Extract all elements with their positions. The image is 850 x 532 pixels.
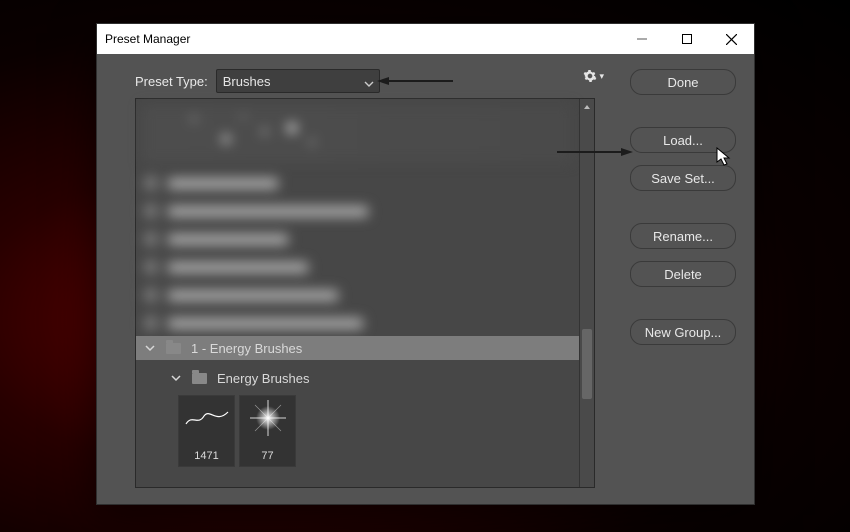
scrollbar-thumb[interactable] bbox=[582, 329, 592, 399]
blurred-content bbox=[136, 99, 580, 329]
chevron-down-icon bbox=[144, 342, 156, 354]
folder-icon bbox=[192, 373, 207, 384]
annotation-arrow-preset-type bbox=[377, 76, 455, 86]
chevron-down-icon bbox=[170, 372, 182, 384]
delete-button[interactable]: Delete bbox=[630, 261, 736, 287]
brush-preview-77 bbox=[245, 400, 291, 436]
chevron-down-icon bbox=[364, 76, 374, 91]
group-label: 1 - Energy Brushes bbox=[191, 341, 302, 356]
brush-preview-1471 bbox=[184, 400, 230, 436]
preset-manager-dialog: Preset Manager Preset Type: Brushes bbox=[96, 23, 755, 505]
annotation-arrow-load bbox=[557, 147, 633, 157]
subgroup-row-energy-brushes[interactable]: Energy Brushes bbox=[136, 366, 610, 390]
caret-up-icon bbox=[583, 104, 591, 110]
button-column: Done Load... Save Set... Rename... Delet… bbox=[630, 69, 736, 357]
preset-type-row: Preset Type: Brushes bbox=[135, 69, 380, 93]
rename-button[interactable]: Rename... bbox=[630, 223, 736, 249]
done-button[interactable]: Done bbox=[630, 69, 736, 95]
flyout-menu-button[interactable]: ▾ bbox=[583, 69, 604, 83]
scrollbar[interactable] bbox=[579, 99, 594, 487]
maximize-icon bbox=[682, 34, 692, 44]
new-group-button[interactable]: New Group... bbox=[630, 319, 736, 345]
minimize-icon bbox=[637, 34, 647, 44]
subgroup-label: Energy Brushes bbox=[217, 371, 310, 386]
folder-icon bbox=[166, 343, 181, 354]
brush-size-label: 77 bbox=[261, 450, 273, 462]
close-icon bbox=[726, 34, 737, 45]
brush-size-label: 1471 bbox=[194, 450, 218, 462]
load-button[interactable]: Load... bbox=[630, 127, 736, 153]
close-button[interactable] bbox=[709, 24, 754, 54]
titlebar[interactable]: Preset Manager bbox=[97, 24, 754, 54]
preset-type-label: Preset Type: bbox=[135, 74, 208, 89]
scroll-up-button[interactable] bbox=[580, 99, 594, 115]
save-set-button[interactable]: Save Set... bbox=[630, 165, 736, 191]
maximize-button[interactable] bbox=[664, 24, 709, 54]
preset-type-select[interactable]: Brushes bbox=[216, 69, 380, 93]
brush-thumbnail[interactable]: 77 bbox=[239, 395, 296, 467]
group-row-energy-brushes[interactable]: 1 - Energy Brushes bbox=[136, 336, 584, 360]
gear-icon bbox=[583, 69, 597, 83]
dialog-title: Preset Manager bbox=[105, 32, 190, 46]
brush-thumbnail[interactable]: 1471 bbox=[178, 395, 235, 467]
dialog-body: Preset Type: Brushes ▾ bbox=[97, 54, 754, 504]
preset-list-panel: 1 - Energy Brushes Energy Brushes 1471 bbox=[135, 98, 595, 488]
minimize-button[interactable] bbox=[619, 24, 664, 54]
preset-type-value: Brushes bbox=[223, 74, 271, 89]
